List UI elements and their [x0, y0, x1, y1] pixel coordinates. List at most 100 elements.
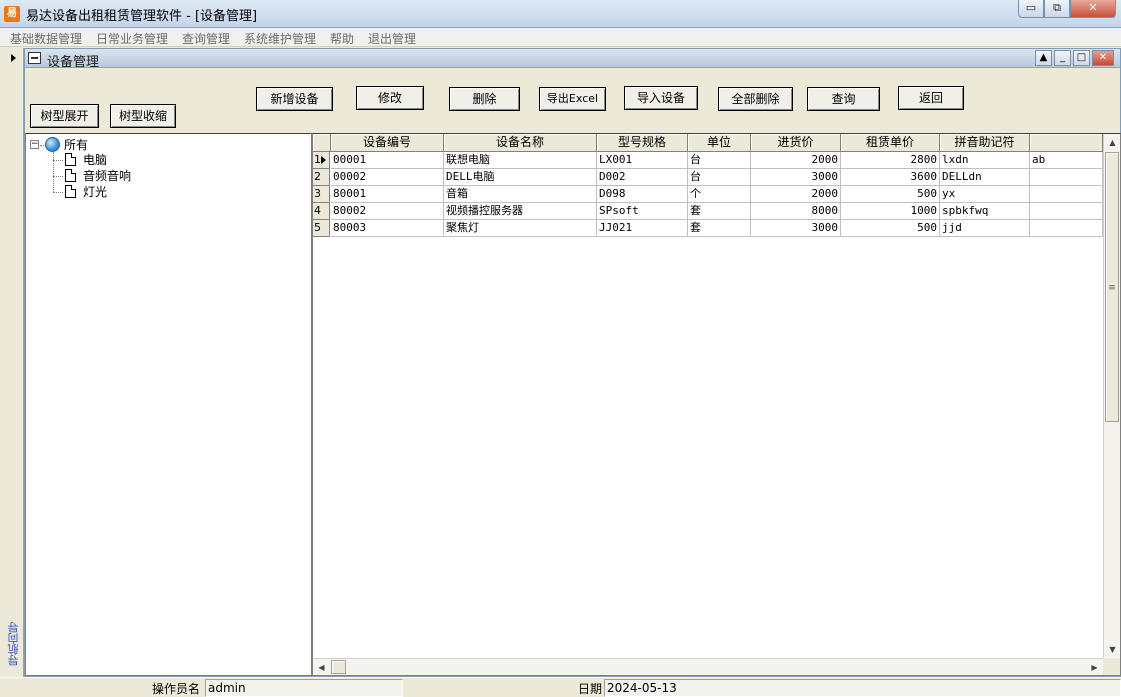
cell-unit[interactable]: 个	[688, 186, 751, 203]
cell-cost[interactable]: 3000	[751, 169, 841, 186]
import-equipment-button[interactable]: 导入设备	[624, 86, 698, 110]
row-indicator[interactable]: 2	[313, 169, 330, 186]
cell-unit[interactable]: 台	[688, 169, 751, 186]
menu-basic-data[interactable]: 基础数据管理	[10, 30, 82, 47]
tree-node-computer[interactable]: 电脑	[83, 152, 107, 168]
child-minimize-button[interactable]: _	[1054, 50, 1071, 66]
scroll-up-icon[interactable]: ▲	[1104, 134, 1120, 151]
column-header-model[interactable]: 型号规格	[597, 134, 688, 152]
cell-model[interactable]: JJ021	[597, 220, 688, 237]
horizontal-scroll-thumb[interactable]	[331, 660, 346, 674]
column-header-unit[interactable]: 单位	[688, 134, 751, 152]
column-header-rent[interactable]: 租赁单价	[841, 134, 940, 152]
child-scroll-up-button[interactable]: ▲	[1035, 50, 1052, 66]
minimize-button[interactable]: ▭	[1018, 0, 1044, 18]
horizontal-scrollbar[interactable]: ◀ ▶	[313, 658, 1103, 675]
restore-button[interactable]: ⧉	[1044, 0, 1070, 18]
tree-collapse-toggle[interactable]: −	[30, 140, 39, 149]
cell-pinyin[interactable]: DELLdn	[940, 169, 1030, 186]
back-button[interactable]: 返回	[898, 86, 964, 110]
equipment-grid[interactable]: 设备编号 设备名称 型号规格 单位 进货价 租赁单价 拼音助记符 1 00001 联…	[312, 133, 1121, 676]
cell-name[interactable]: 视频播控服务器	[444, 203, 597, 220]
column-header-cost[interactable]: 进货价	[751, 134, 841, 152]
add-equipment-button[interactable]: 新增设备	[256, 87, 333, 111]
table-row[interactable]: 1 00001 联想电脑 LX001 台 2000 2800 lxdn ab	[313, 152, 1103, 169]
cell-code[interactable]: 80003	[331, 220, 444, 237]
cell-cost[interactable]: 2000	[751, 186, 841, 203]
cell-code[interactable]: 80002	[331, 203, 444, 220]
cell-unit[interactable]: 套	[688, 203, 751, 220]
close-button[interactable]: ✕	[1070, 0, 1116, 18]
cell-cost[interactable]: 2000	[751, 152, 841, 169]
cell-pinyin[interactable]: jjd	[940, 220, 1030, 237]
cell-model[interactable]: D002	[597, 169, 688, 186]
table-row[interactable]: 4 80002 视频播控服务器 SPsoft 套 8000 1000 spbkfwq	[313, 203, 1103, 220]
cell-rent[interactable]: 3600	[841, 169, 940, 186]
scroll-right-icon[interactable]: ▶	[1086, 659, 1103, 675]
delete-all-button[interactable]: 全部删除	[718, 87, 793, 111]
menu-help[interactable]: 帮助	[330, 30, 354, 47]
query-button[interactable]: 查询	[807, 87, 880, 111]
cell-unit[interactable]: 台	[688, 152, 751, 169]
cell-name[interactable]: 联想电脑	[444, 152, 597, 169]
nav-wizard-label[interactable]: 导航向导	[6, 616, 22, 666]
cell-model[interactable]: SPsoft	[597, 203, 688, 220]
menu-daily-business[interactable]: 日常业务管理	[96, 30, 168, 47]
cell-cost[interactable]: 8000	[751, 203, 841, 220]
cell-rent[interactable]: 500	[841, 220, 940, 237]
cell-code[interactable]: 00002	[331, 169, 444, 186]
cell-cost[interactable]: 3000	[751, 220, 841, 237]
cell-extra[interactable]: ab	[1030, 152, 1103, 169]
tree-node-audio[interactable]: 音频音响	[83, 168, 131, 184]
cell-extra[interactable]	[1030, 203, 1103, 220]
cell-pinyin[interactable]: lxdn	[940, 152, 1030, 169]
child-close-button[interactable]: ✕	[1092, 50, 1114, 66]
table-row[interactable]: 2 00002 DELL电脑 D002 台 3000 3600 DELLdn	[313, 169, 1103, 186]
cell-unit[interactable]: 套	[688, 220, 751, 237]
cell-extra[interactable]	[1030, 169, 1103, 186]
tree-node-all[interactable]: 所有	[64, 137, 88, 153]
column-header-name[interactable]: 设备名称	[444, 134, 597, 152]
nav-expand-arrow-icon[interactable]	[11, 54, 16, 62]
menu-exit[interactable]: 退出管理	[368, 30, 416, 47]
table-row[interactable]: 3 80001 音箱 D098 个 2000 500 yx	[313, 186, 1103, 203]
cell-model[interactable]: LX001	[597, 152, 688, 169]
cell-rent[interactable]: 2800	[841, 152, 940, 169]
cell-extra[interactable]	[1030, 186, 1103, 203]
cell-code[interactable]: 00001	[331, 152, 444, 169]
menu-system-maintenance[interactable]: 系统维护管理	[244, 30, 316, 47]
row-indicator[interactable]: 3	[313, 186, 330, 203]
tree-collapse-button[interactable]: 树型收缩	[110, 104, 176, 128]
cell-model[interactable]: D098	[597, 186, 688, 203]
column-header-code[interactable]: 设备编号	[331, 134, 444, 152]
tree-node-lighting[interactable]: 灯光	[83, 184, 107, 200]
operator-label: 操作员名	[152, 682, 201, 696]
menu-query[interactable]: 查询管理	[182, 30, 230, 47]
delete-button[interactable]: 删除	[449, 87, 520, 111]
operator-name-field: admin	[205, 679, 403, 697]
cell-rent[interactable]: 500	[841, 186, 940, 203]
vertical-scrollbar[interactable]: ▲ ≡ ▼	[1103, 134, 1120, 658]
edit-button[interactable]: 修改	[356, 86, 424, 110]
cell-extra[interactable]	[1030, 220, 1103, 237]
cell-name[interactable]: DELL电脑	[444, 169, 597, 186]
scroll-left-icon[interactable]: ◀	[313, 659, 330, 675]
cell-rent[interactable]: 1000	[841, 203, 940, 220]
export-excel-button[interactable]: 导出Excel	[539, 87, 606, 111]
column-header-extra[interactable]	[1030, 134, 1103, 152]
cell-pinyin[interactable]: yx	[940, 186, 1030, 203]
document-icon	[65, 185, 76, 198]
cell-name[interactable]: 聚焦灯	[444, 220, 597, 237]
vertical-scroll-thumb[interactable]: ≡	[1105, 152, 1119, 422]
row-indicator[interactable]: 5	[313, 220, 330, 237]
child-maximize-button[interactable]: □	[1073, 50, 1090, 66]
column-header-pinyin[interactable]: 拼音助记符	[940, 134, 1030, 152]
table-row[interactable]: 5 80003 聚焦灯 JJ021 套 3000 500 jjd	[313, 220, 1103, 237]
tree-expand-button[interactable]: 树型展开	[30, 104, 99, 128]
category-tree[interactable]: − 所有 电脑 音频音响 灯光	[25, 133, 312, 676]
cell-name[interactable]: 音箱	[444, 186, 597, 203]
scroll-down-icon[interactable]: ▼	[1104, 641, 1120, 658]
row-indicator[interactable]: 4	[313, 203, 330, 220]
cell-pinyin[interactable]: spbkfwq	[940, 203, 1030, 220]
cell-code[interactable]: 80001	[331, 186, 444, 203]
